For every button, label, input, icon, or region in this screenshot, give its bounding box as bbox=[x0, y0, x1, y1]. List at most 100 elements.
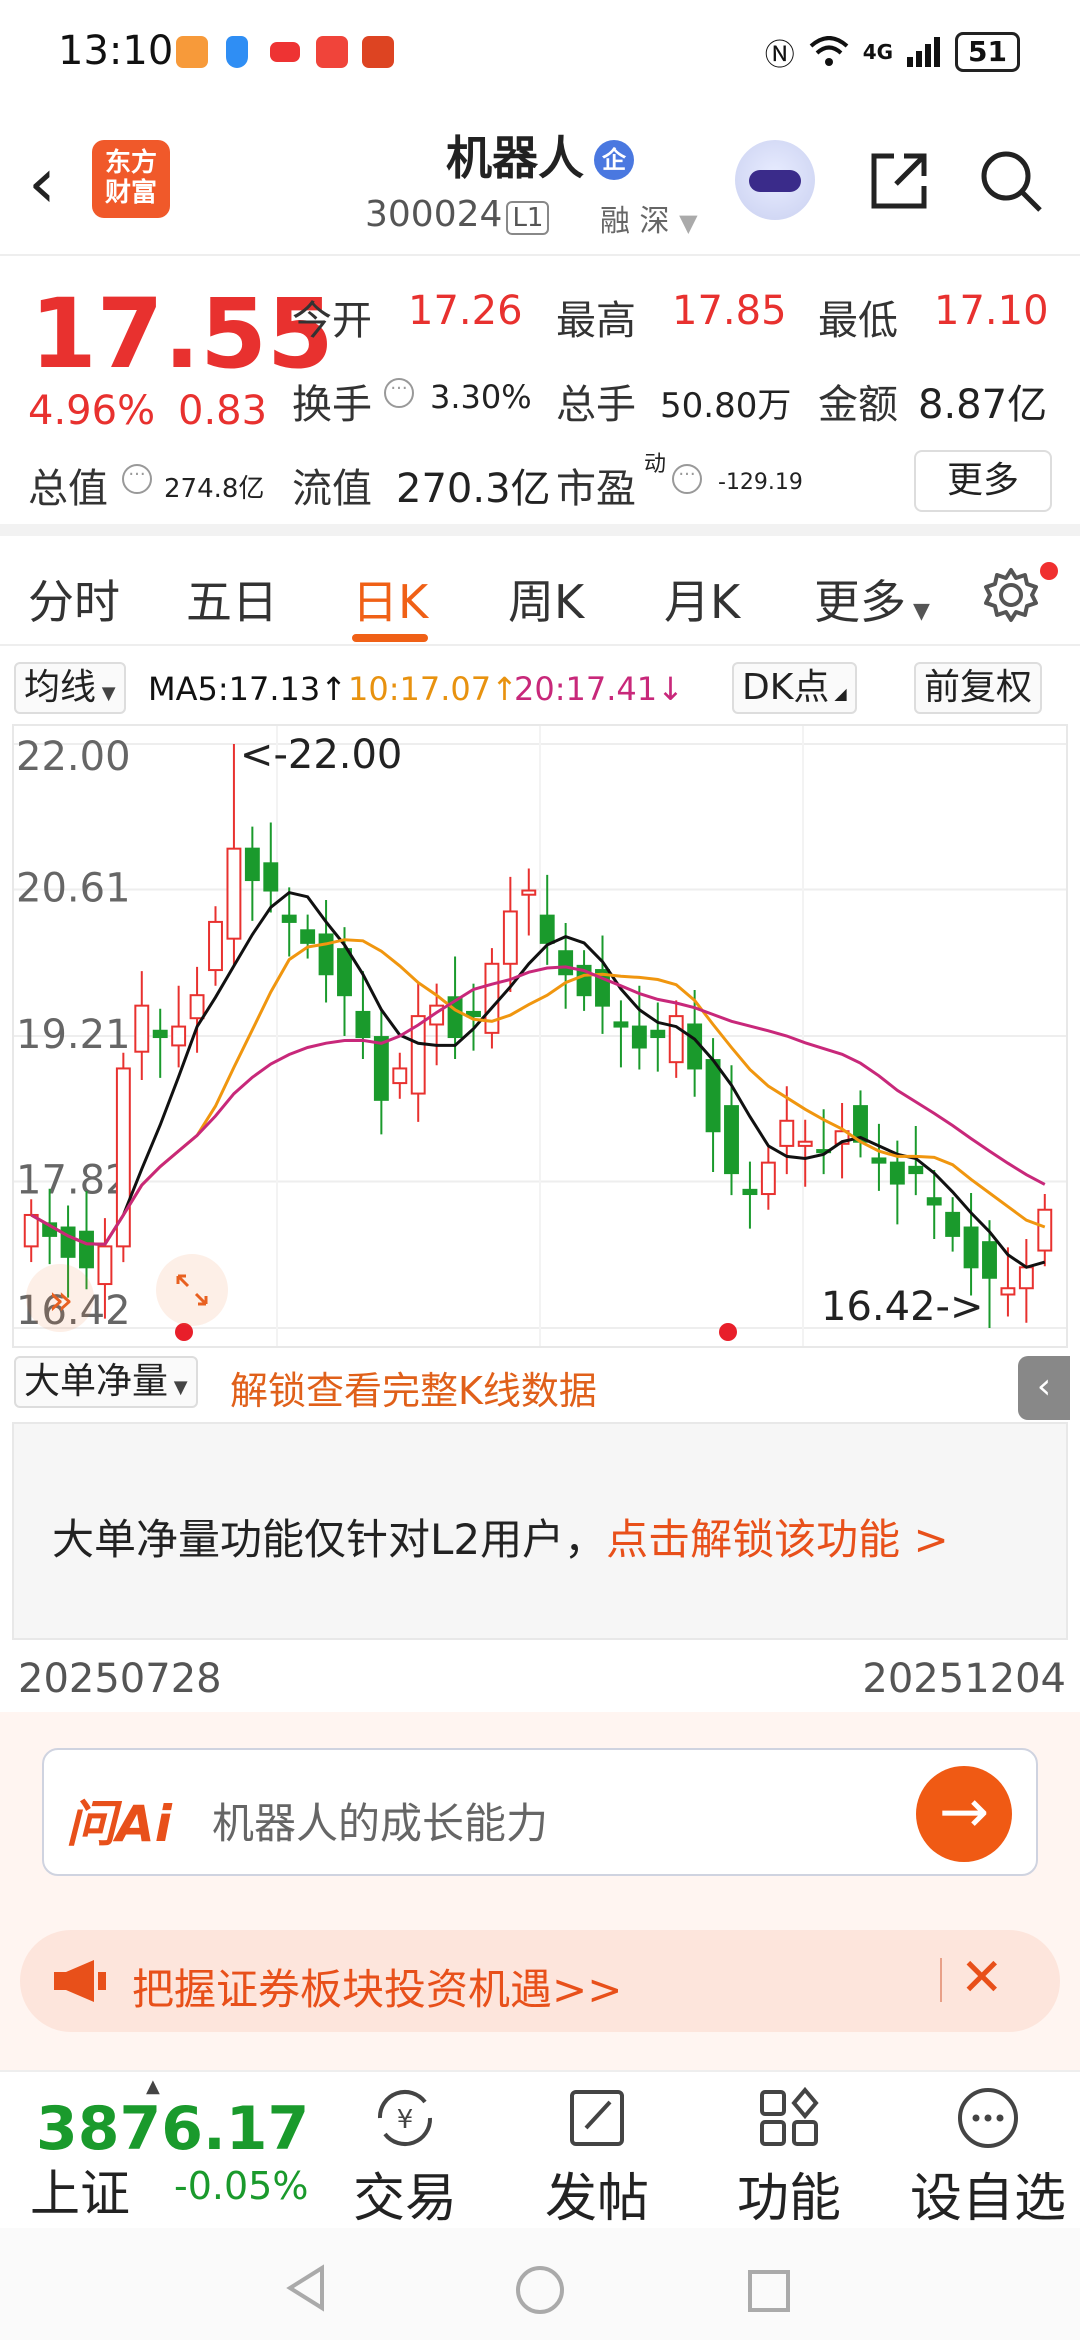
pe-superscript: 动 bbox=[644, 452, 667, 477]
wifi-icon bbox=[809, 36, 849, 66]
sub-indicator-selector[interactable]: 大单净量 ▼ bbox=[14, 1356, 198, 1408]
recents-square-icon[interactable] bbox=[746, 2268, 792, 2314]
search-icon[interactable] bbox=[978, 148, 1044, 214]
float-value: 270.3亿 bbox=[396, 466, 551, 512]
change-percent: 4.96% bbox=[28, 388, 156, 434]
candle-up bbox=[779, 1119, 795, 1147]
unlock-feature-link[interactable]: 点击解锁该功能 > bbox=[606, 1515, 949, 1564]
candle-up bbox=[171, 1025, 187, 1047]
tab-daily-k[interactable]: 日K bbox=[352, 566, 428, 632]
open-label: 今开 bbox=[292, 298, 372, 344]
candle-down bbox=[724, 1105, 739, 1175]
date-range: 20250728 20251204 bbox=[0, 1650, 1080, 1706]
high-value: 17.85 bbox=[672, 288, 787, 334]
dk-point-button[interactable]: DK点 ◢ bbox=[732, 662, 857, 714]
close-icon[interactable]: ✕ bbox=[960, 1948, 1004, 2008]
arrow-right-icon: → bbox=[938, 1777, 990, 1847]
candle-down bbox=[926, 1197, 942, 1206]
turnover-info-icon[interactable]: ··· bbox=[384, 378, 414, 408]
stock-code: 300024 bbox=[365, 194, 503, 235]
y-tick-label: 19.21 bbox=[16, 1012, 131, 1058]
ai-question-box[interactable]: 问Ai 机器人的成长能力 → bbox=[42, 1748, 1038, 1876]
candle-down bbox=[539, 914, 555, 944]
unlock-kline-link[interactable]: 解锁查看完整K线数据 bbox=[230, 1360, 597, 1415]
tab-monthly-k[interactable]: 月K bbox=[664, 566, 740, 632]
candle-up bbox=[521, 889, 537, 896]
adjust-button[interactable]: 前复权 bbox=[914, 662, 1043, 714]
candle-down bbox=[889, 1161, 905, 1185]
nav-functions[interactable]: 功能 bbox=[714, 2086, 864, 2231]
nav-trade[interactable]: ¥ 交易 bbox=[330, 2086, 480, 2231]
turnover-value: 3.30% bbox=[430, 378, 532, 416]
candle-down bbox=[650, 1029, 666, 1039]
tab-intraday[interactable]: 分时 bbox=[28, 566, 120, 632]
last-price: 17.55 bbox=[30, 278, 334, 390]
candle-down bbox=[244, 847, 260, 882]
battery-indicator: 51 bbox=[955, 32, 1020, 72]
tab-weekly-k[interactable]: 周K bbox=[508, 566, 584, 632]
home-circle-icon[interactable] bbox=[514, 2264, 566, 2316]
candle-up bbox=[189, 994, 205, 1020]
nav-watchlist[interactable]: 设自选 bbox=[908, 2086, 1068, 2231]
mktcap-info-icon[interactable]: ··· bbox=[122, 464, 152, 494]
candle-down bbox=[318, 933, 334, 976]
collapse-side-tab[interactable]: ‹ bbox=[1018, 1356, 1070, 1420]
candle-down bbox=[355, 1010, 371, 1039]
change-amount: 0.83 bbox=[178, 388, 268, 434]
sina-notif-icon bbox=[270, 42, 300, 62]
candle-up bbox=[760, 1161, 776, 1196]
signal-icon bbox=[907, 37, 941, 67]
min-price-label: 16.42-> bbox=[821, 1284, 983, 1330]
market-tags-text: 融 深 bbox=[600, 204, 670, 239]
share-icon[interactable] bbox=[868, 150, 930, 212]
nav-post-label: 发帖 bbox=[544, 2169, 649, 2229]
ma5-value: MA5:17.13↑ bbox=[148, 670, 348, 708]
quote-panel: 17.55 4.96% 0.83 今开 17.26 最高 17.85 最低 17… bbox=[0, 258, 1080, 536]
corner-triangle-icon: ◢ bbox=[829, 684, 847, 703]
amount-value: 8.87亿 bbox=[918, 382, 1048, 428]
candle-up bbox=[1037, 1208, 1053, 1252]
tab-five-day[interactable]: 五日 bbox=[186, 566, 278, 632]
ma-selector-label: 均线 bbox=[24, 667, 97, 708]
kline-chart-svg[interactable]: 22.0020.6119.2117.8216.42<-22.0016.42->» bbox=[14, 726, 1066, 1346]
bottom-navigation: ▲ 3876.17 上证 -0.05% ¥ 交易 发帖 功能 设自选 bbox=[0, 2070, 1080, 2231]
network-type: 4G bbox=[862, 40, 894, 64]
ai-submit-button[interactable]: → bbox=[916, 1766, 1012, 1862]
candle-up bbox=[502, 910, 518, 965]
start-date: 20250728 bbox=[18, 1656, 222, 1702]
stock-code-row: 300024 L1 bbox=[365, 194, 550, 235]
robot-assistant-icon[interactable] bbox=[735, 140, 815, 220]
promo-banner[interactable]: 把握证券板块投资机遇>> ✕ bbox=[20, 1930, 1060, 2032]
stock-name[interactable]: 机器人 bbox=[446, 131, 584, 185]
apps-icon bbox=[760, 2086, 819, 2146]
candle-up bbox=[208, 920, 223, 972]
status-time: 13:10 bbox=[58, 28, 174, 74]
nfc-icon: Ⓝ bbox=[764, 38, 795, 73]
gear-icon[interactable] bbox=[982, 566, 1040, 624]
amount-label: 金额 bbox=[818, 382, 898, 428]
lock-message-text: 大单净量功能仅针对L2用户， bbox=[52, 1515, 607, 1564]
kline-chart[interactable]: 22.0020.6119.2117.8216.42<-22.0016.42->» bbox=[12, 724, 1068, 1348]
ma-selector[interactable]: 均线 ▼ bbox=[14, 662, 126, 714]
pe-info-icon[interactable]: ··· bbox=[672, 464, 702, 494]
ai-logo: 问Ai bbox=[66, 1795, 172, 1853]
more-quote-button[interactable]: 更多 bbox=[914, 450, 1052, 512]
nav-functions-label: 功能 bbox=[736, 2169, 841, 2229]
nav-post[interactable]: 发帖 bbox=[522, 2086, 672, 2231]
candle-up bbox=[668, 1015, 684, 1064]
candle-down bbox=[558, 950, 574, 976]
candle-up bbox=[1000, 1287, 1016, 1296]
candle-down bbox=[705, 1059, 721, 1133]
event-marker-dot bbox=[719, 1323, 737, 1341]
candle-up bbox=[23, 1213, 39, 1248]
caret-down-icon: ▼ bbox=[679, 209, 698, 237]
y-tick-label: 17.82 bbox=[16, 1157, 131, 1203]
tab-more[interactable]: 更多 ▼ bbox=[814, 566, 930, 632]
mktcap-label: 总值 bbox=[28, 466, 108, 512]
market-tags[interactable]: 融 深 ▼ bbox=[600, 196, 698, 240]
back-triangle-icon[interactable] bbox=[284, 2264, 328, 2312]
index-change: -0.05% bbox=[174, 2164, 309, 2208]
index-name[interactable]: 上证 bbox=[30, 2154, 130, 2226]
app-notif-icon bbox=[176, 36, 208, 68]
ai-question-text[interactable]: 机器人的成长能力 bbox=[212, 1790, 548, 1851]
